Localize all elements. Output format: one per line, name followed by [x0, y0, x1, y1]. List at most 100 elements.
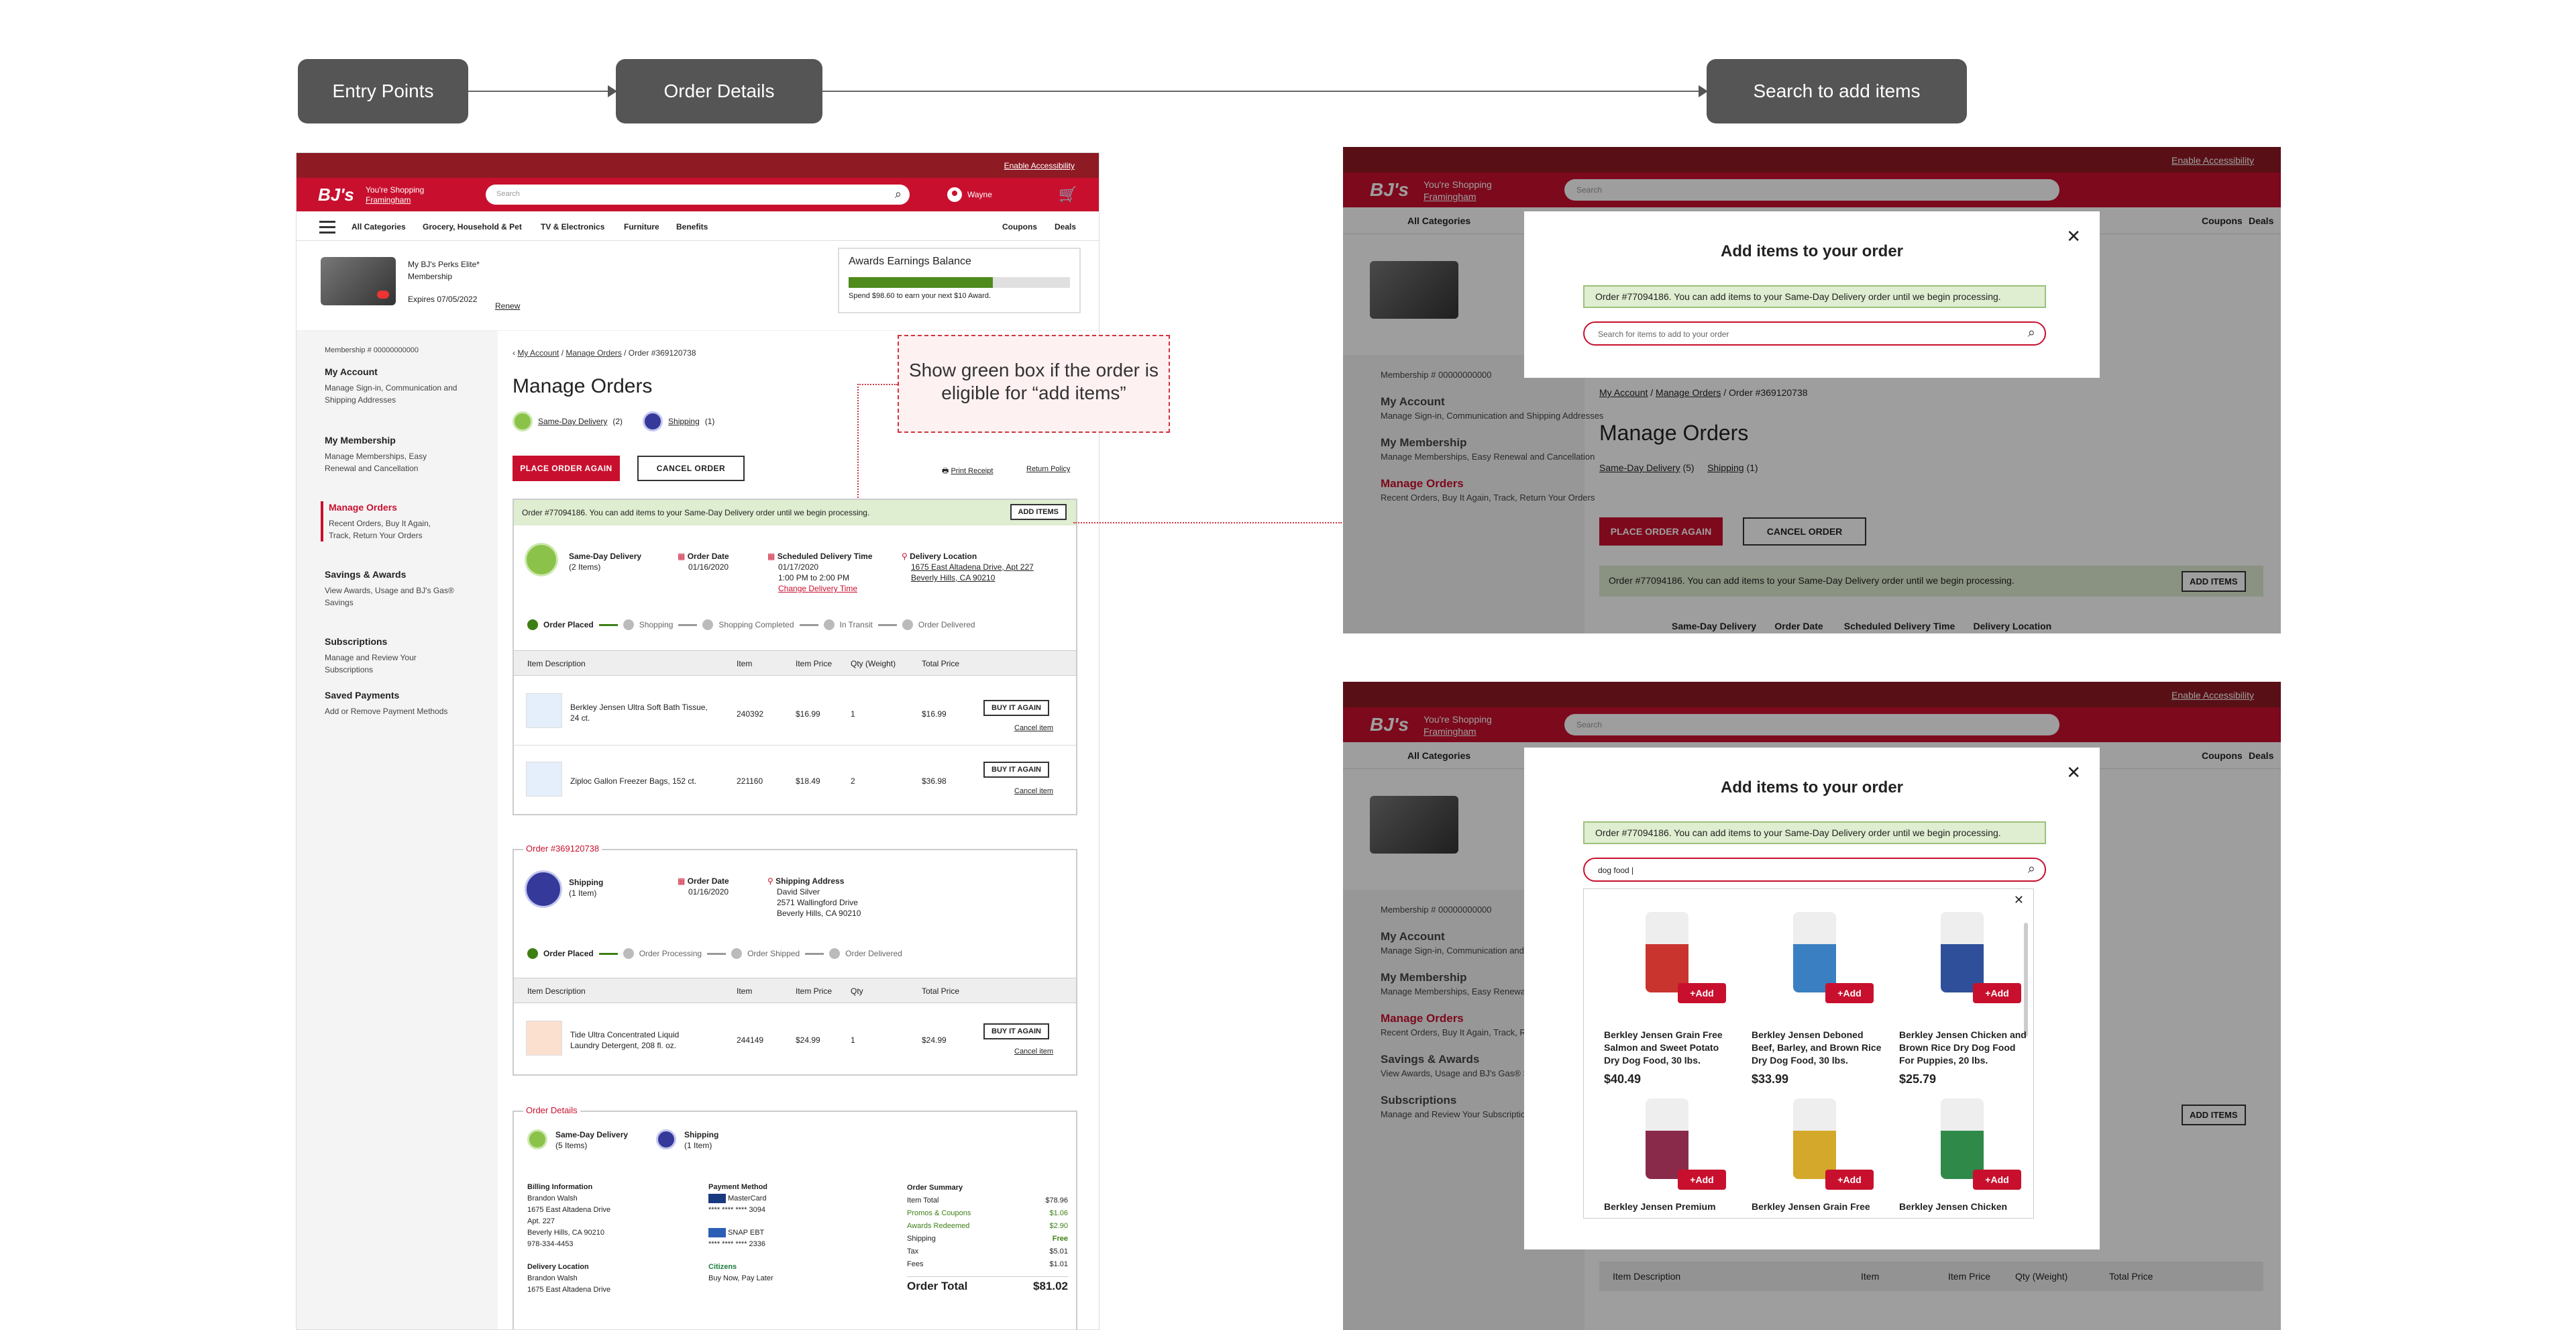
membership-expires: Expires 07/05/2022 — [408, 295, 478, 304]
breadcrumb-my-account[interactable]: My Account — [517, 348, 559, 358]
add-items-banner: Order #77094186. You can add items to yo… — [1583, 821, 2046, 844]
nav-all-categories[interactable]: All Categories — [352, 222, 406, 232]
sidebar-item-manage-orders[interactable]: Manage Orders Recent Orders, Buy It Again… — [321, 501, 455, 542]
sameday-icon — [527, 1129, 547, 1149]
cancel-order-button[interactable]: CANCEL ORDER — [637, 456, 745, 481]
mastercard-icon — [708, 1194, 726, 1204]
buy-it-again-button[interactable]: BUY IT AGAIN — [983, 700, 1049, 716]
billing-info: Billing Information Brandon Walsh 1675 Ea… — [527, 1183, 611, 1294]
shopping-at-label: You're Shopping — [366, 185, 425, 195]
account-sidebar: Membership # 00000000000 My Account Manag… — [297, 331, 498, 1329]
sameday-bag-icon — [525, 543, 558, 576]
add-product-button[interactable]: + Add — [1973, 1170, 2021, 1190]
product-image — [526, 1021, 562, 1056]
add-product-button[interactable]: + Add — [1825, 1170, 1874, 1190]
close-icon[interactable]: ✕ — [2066, 762, 2081, 783]
flow-step-label: Order Details — [663, 81, 775, 101]
membership-number: Membership # 00000000000 — [325, 346, 419, 354]
buy-it-again-button[interactable]: BUY IT AGAIN — [983, 762, 1049, 778]
product-card[interactable]: + Add Berkley Jensen Chicken — [1899, 1089, 2033, 1218]
shipping-filter[interactable]: Shipping (1) — [643, 411, 714, 431]
menu-icon[interactable] — [319, 221, 335, 237]
location-pin-icon: ⚲ — [767, 876, 773, 886]
items-table-header: Item Description Item Item Price Qty Tot… — [514, 978, 1076, 1003]
search-icon[interactable]: ⌕ — [895, 187, 902, 201]
product-image — [526, 693, 562, 728]
bjs-logo[interactable]: BJ's — [318, 185, 354, 205]
awards-title: Awards Earnings Balance — [849, 256, 971, 267]
return-policy-link[interactable]: Return Policy — [1026, 465, 1070, 473]
awards-balance: Awards Earnings Balance Spend $98.60 to … — [838, 248, 1081, 313]
search-results-dropdown: ✕ + Add Berkley Jensen Grain Free Salmon… — [1583, 888, 2034, 1219]
place-order-again-button[interactable]: PLACE ORDER AGAIN — [513, 456, 620, 481]
product-card[interactable]: + Add Berkley Jensen Grain Free — [1752, 1089, 1886, 1218]
nav-coupons[interactable]: Coupons — [1002, 222, 1037, 232]
awards-progress-bar — [849, 277, 1070, 288]
product-card[interactable]: + Add Berkley Jensen Chicken and Brown R… — [1899, 903, 2033, 1086]
sidebar-item-saved-payments[interactable]: Saved Payments Add or Remove Payment Meth… — [325, 689, 472, 717]
product-image — [1941, 1098, 1984, 1179]
add-items-button[interactable]: ADD ITEMS — [1010, 504, 1067, 520]
header: BJ's You're Shopping Framingham Search ⌕ … — [297, 178, 1099, 211]
renew-link[interactable]: Renew — [495, 301, 520, 311]
print-receipt-link[interactable]: 🖶 Print Receipt — [942, 465, 993, 478]
search-icon[interactable]: ⌕ — [2028, 862, 2035, 877]
flow-step-label: Search to add items — [1753, 81, 1921, 101]
sidebar-item-savings[interactable]: Savings & Awards View Awards, Usage and B… — [325, 568, 459, 609]
items-count: (2 Items) — [569, 562, 601, 572]
nav-grocery[interactable]: Grocery, Household & Pet — [423, 222, 522, 232]
enable-accessibility-link[interactable]: Enable Accessibility — [1004, 161, 1075, 170]
membership-card-image — [321, 257, 396, 305]
category-nav: All Categories Grocery, Household & Pet … — [297, 211, 1099, 241]
add-items-search-input[interactable]: dog food | ⌕ — [1583, 858, 2046, 882]
flow-step-search: Search to add items — [1707, 59, 1967, 123]
order-details-label: Order Details — [523, 1105, 580, 1115]
add-product-button[interactable]: + Add — [1678, 1170, 1726, 1190]
close-icon[interactable]: ✕ — [2066, 226, 2081, 247]
add-product-button[interactable]: + Add — [1825, 983, 1874, 1003]
calendar-icon: ▦ — [767, 552, 775, 561]
cancel-item-link[interactable]: Cancel item — [1014, 787, 1053, 795]
payment-methods: Payment Method MasterCard **** **** **** … — [708, 1183, 773, 1282]
table-row: Tide Ultra Concentrated Liquid Laundry De… — [514, 1003, 1076, 1073]
nav-furniture[interactable]: Furniture — [624, 222, 659, 232]
cancel-item-link[interactable]: Cancel item — [1014, 1047, 1053, 1056]
search-input[interactable]: Search ⌕ — [486, 185, 910, 205]
cart-icon[interactable]: 🛒 — [1059, 186, 1077, 203]
nav-electronics[interactable]: TV & Electronics — [541, 222, 604, 232]
add-items-banner: Order #77094186. You can add items to yo… — [514, 500, 1076, 525]
cancel-item-link[interactable]: Cancel item — [1014, 724, 1053, 732]
product-card[interactable]: + Add Berkley Jensen Grain Free Salmon a… — [1604, 903, 1738, 1086]
club-selector[interactable]: Framingham — [366, 195, 411, 205]
breadcrumb-current: Order #369120738 — [628, 348, 696, 358]
product-card[interactable]: + Add Berkley Jensen Deboned Beef, Barle… — [1752, 903, 1886, 1086]
search-icon[interactable]: ⌕ — [2028, 325, 2035, 341]
add-items-modal-screen-empty: Enable Accessibility BJ's You're Shoppin… — [1343, 147, 2281, 633]
product-image — [526, 762, 562, 797]
add-items-search-input[interactable]: Search for items to add to your order ⌕ — [1583, 321, 2046, 346]
awards-text: Spend $98.60 to earn your next $10 Award… — [849, 292, 991, 300]
membership-title-2: Membership — [408, 272, 453, 281]
order-progress-tracker: Order Placed Shopping Shopping Completed… — [527, 619, 975, 630]
change-delivery-time-link[interactable]: Change Delivery Time — [778, 584, 857, 593]
add-product-button[interactable]: + Add — [1973, 983, 2021, 1003]
add-product-button[interactable]: + Add — [1678, 983, 1726, 1003]
delivery-location-link[interactable]: 1675 East Altadena Drive, Apt 227 — [911, 562, 1034, 572]
nav-benefits[interactable]: Benefits — [676, 222, 708, 232]
product-card[interactable]: + Add Berkley Jensen Premium — [1604, 1089, 1738, 1218]
nav-deals[interactable]: Deals — [1055, 222, 1076, 232]
sidebar-item-subscriptions[interactable]: Subscriptions Manage and Review Your Subs… — [325, 635, 459, 676]
order-type: Same-Day Delivery — [569, 552, 642, 561]
product-image — [1941, 912, 1984, 992]
add-items-modal: ✕ Add items to your order Order #7709418… — [1524, 748, 2100, 1249]
sameday-filter[interactable]: Same-Day Delivery (2) — [513, 411, 623, 431]
sidebar-item-my-account[interactable]: My Account Manage Sign-in, Communication … — [325, 366, 472, 406]
account-menu[interactable]: Wayne — [947, 187, 992, 202]
buy-it-again-button[interactable]: BUY IT AGAIN — [983, 1023, 1049, 1039]
breadcrumb-manage-orders[interactable]: Manage Orders — [566, 348, 621, 358]
table-row: Berkley Jensen Ultra Soft Bath Tissue, 24… — [514, 676, 1076, 746]
sidebar-item-my-membership[interactable]: My Membership Manage Memberships, Easy Re… — [325, 434, 459, 474]
citizens-logo: Citizens — [708, 1263, 737, 1271]
order-summary: Order Summary Item Total $78.96 Promos & … — [907, 1184, 1068, 1292]
add-items-banner: Order #77094186. You can add items to yo… — [1583, 285, 2046, 308]
